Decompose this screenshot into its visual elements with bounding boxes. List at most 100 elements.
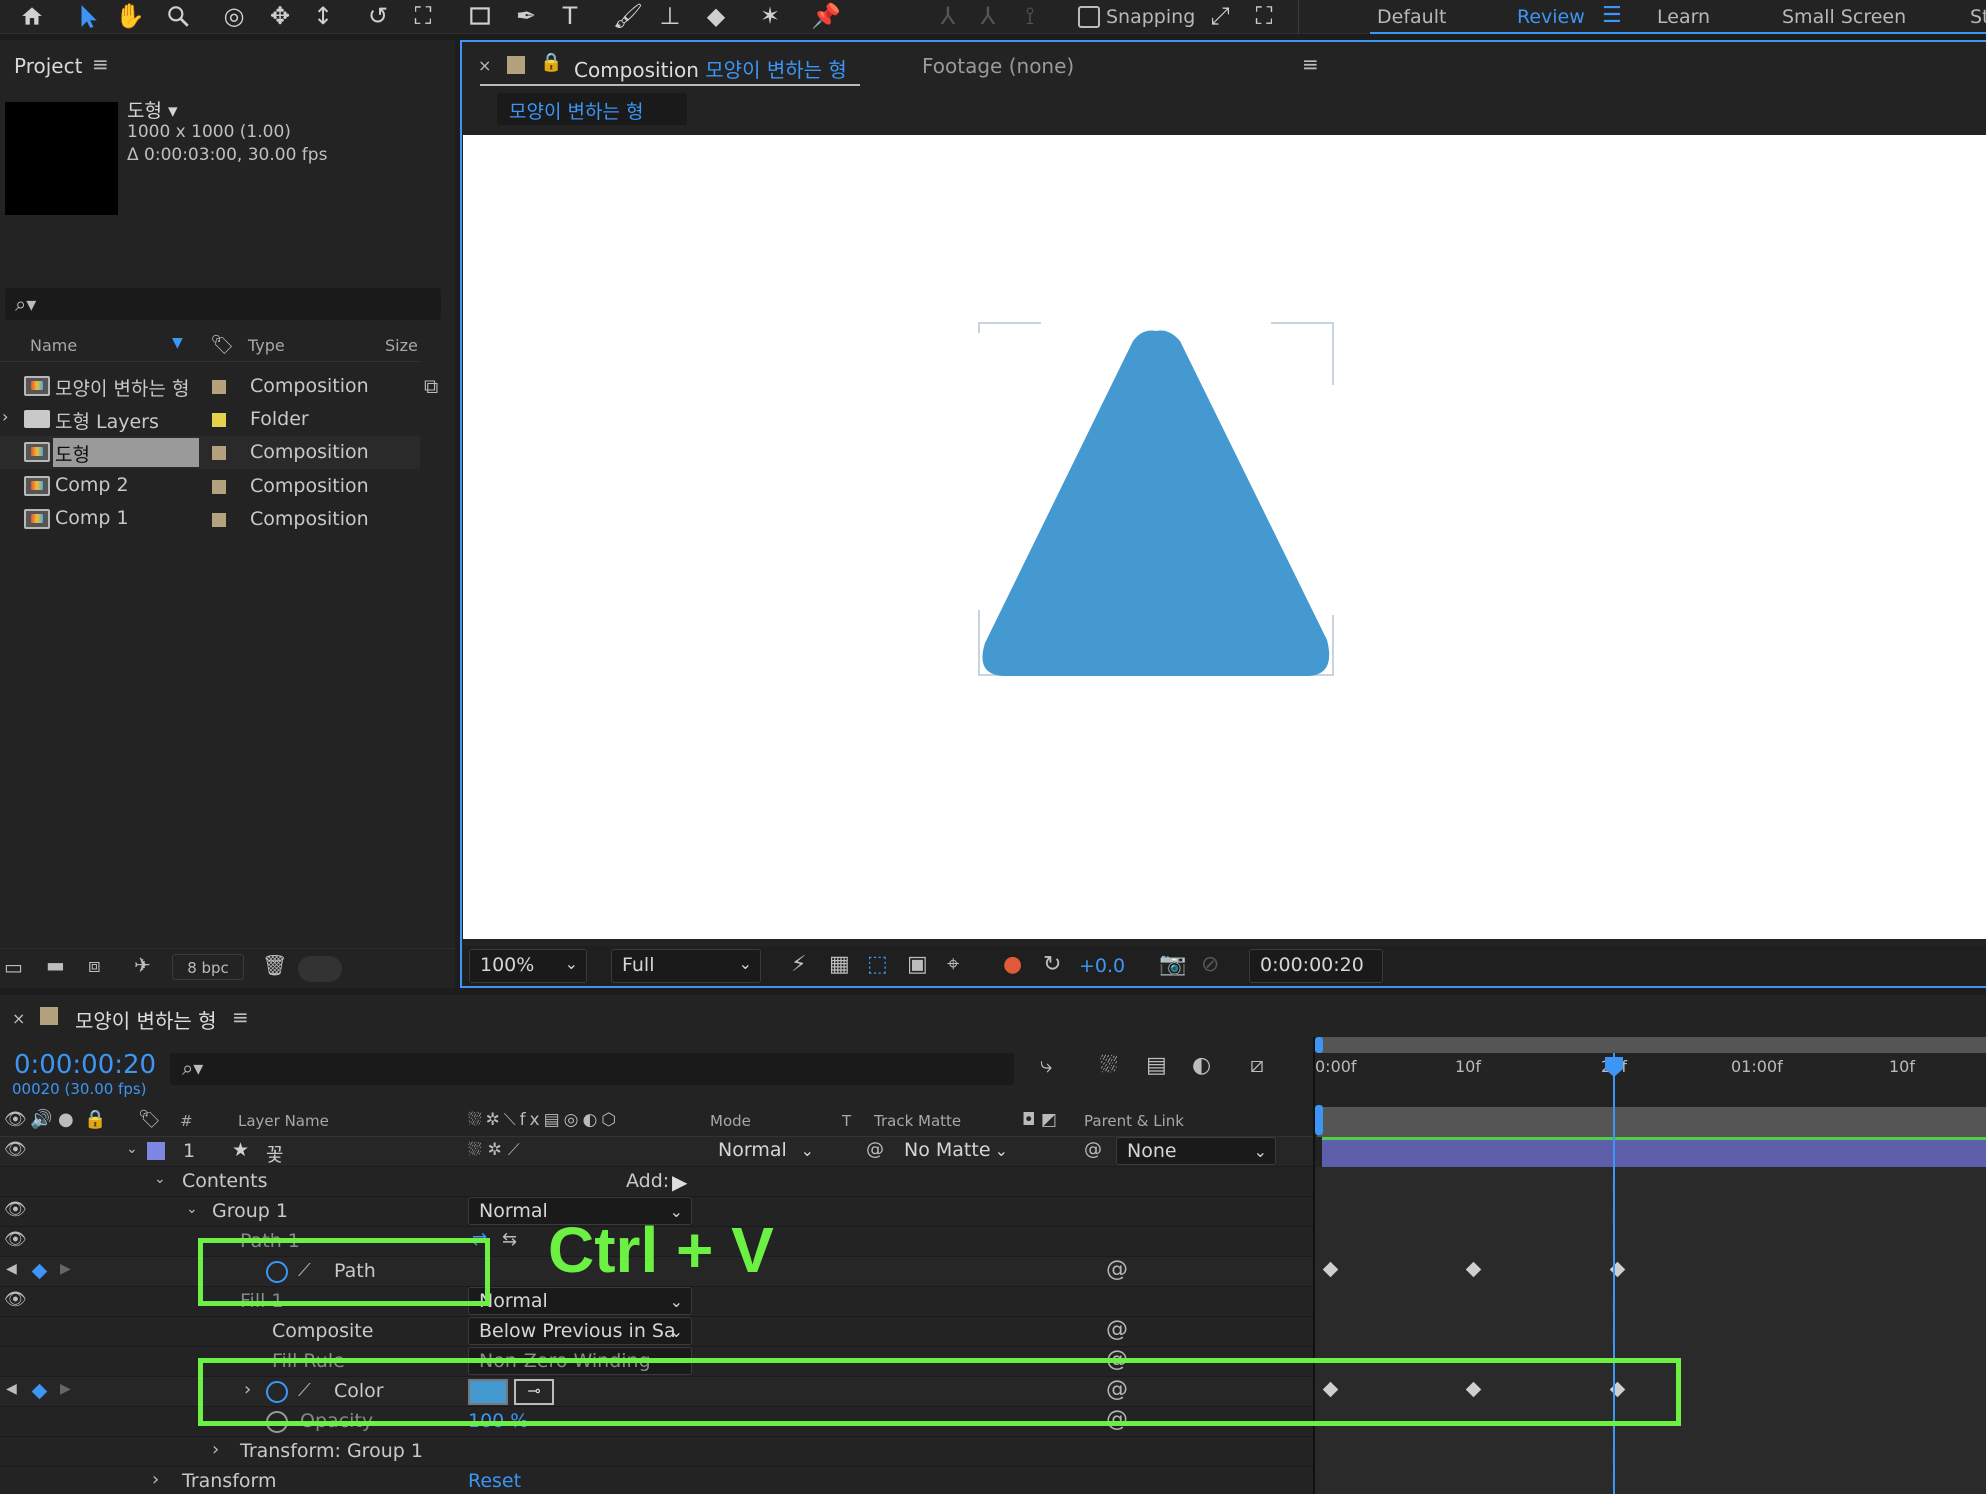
- close-icon[interactable]: ×: [478, 56, 491, 75]
- pan-camera-icon[interactable]: ✥: [262, 0, 298, 32]
- label-swatch[interactable]: [212, 513, 226, 527]
- in-point-handle[interactable]: [1315, 1105, 1323, 1135]
- frame-blending-icon[interactable]: ▤: [1146, 1053, 1167, 1078]
- work-area-bar[interactable]: [1317, 1037, 1986, 1053]
- workspace-review[interactable]: Review: [1517, 6, 1585, 28]
- layer-row[interactable]: 👁 ⌄ 1 ★ 꽃 ⛆✲⟋ Normal ⌄ @ No Matte ⌄ @ None…: [0, 1137, 1313, 1167]
- mask-visibility-icon[interactable]: ⬚: [867, 952, 888, 977]
- transform-row[interactable]: › Transform Reset: [0, 1467, 1313, 1494]
- triangle-shape[interactable]: [982, 330, 1330, 676]
- eye-icon[interactable]: 👁: [4, 1289, 27, 1310]
- column-type[interactable]: Type: [248, 336, 285, 355]
- draft-3d-icon[interactable]: ⛆: [1100, 1053, 1118, 1078]
- puppet-pin-tool-icon[interactable]: 📌: [808, 0, 844, 32]
- next-keyframe-icon[interactable]: ▶: [60, 1381, 71, 1397]
- current-time-display[interactable]: 0:00:00:20: [1249, 949, 1383, 983]
- expand-chevron-icon[interactable]: ›: [2, 407, 8, 426]
- label-swatch[interactable]: [212, 446, 226, 460]
- dolly-camera-icon[interactable]: ↕: [305, 0, 341, 32]
- solo-icon[interactable]: ●: [58, 1109, 74, 1130]
- project-item[interactable]: › 도형 Layers Folder: [0, 403, 420, 436]
- flowchart-icon[interactable]: ⧉: [424, 374, 438, 398]
- layer-name[interactable]: 꽃: [266, 1140, 283, 1167]
- eye-icon[interactable]: 👁: [4, 1199, 27, 1220]
- label-tag-icon[interactable]: 🏷: [138, 1109, 161, 1130]
- comp-breadcrumb[interactable]: 모양이 변하는 형: [497, 93, 687, 125]
- grid-guides-icon[interactable]: ⌖: [947, 952, 959, 977]
- toggle-switch[interactable]: [298, 956, 342, 982]
- collapse-chevron-icon[interactable]: ⌄: [154, 1171, 166, 1187]
- transparency-grid-icon[interactable]: ▦: [829, 952, 850, 977]
- collapse-chevron-icon[interactable]: ⌄: [126, 1141, 138, 1157]
- label-swatch[interactable]: [212, 380, 226, 394]
- close-icon[interactable]: ×: [12, 1009, 25, 1028]
- expression-pick-whip-icon[interactable]: @: [1106, 1257, 1128, 1282]
- type-tool-icon[interactable]: T: [552, 0, 588, 32]
- timeline-comp-tab[interactable]: 모양이 변하는 형: [75, 1005, 217, 1034]
- composite-dropdown[interactable]: Below Previous in Sa ⌄: [468, 1317, 692, 1345]
- composition-mini-flowchart-icon[interactable]: ⤷: [1040, 1053, 1052, 1078]
- snap-edges-icon[interactable]: ⤢: [1202, 0, 1238, 32]
- new-composition-icon[interactable]: ⧈: [88, 953, 101, 977]
- hand-tool-icon[interactable]: ✋: [112, 0, 148, 32]
- home-icon[interactable]: [14, 0, 50, 32]
- magnification-dropdown[interactable]: 100% ⌄: [469, 949, 587, 983]
- time-ruler[interactable]: 0:00f 10f 20f 01:00f 10f: [1315, 1053, 1986, 1103]
- footage-tab[interactable]: Footage (none): [922, 54, 1074, 78]
- project-tab[interactable]: Project: [14, 54, 82, 78]
- show-snapshot-icon[interactable]: ⊘: [1201, 952, 1219, 977]
- expand-chevron-icon[interactable]: ›: [212, 1439, 219, 1460]
- prev-keyframe-icon[interactable]: ◀: [6, 1261, 17, 1277]
- eye-icon[interactable]: 👁: [4, 1139, 27, 1160]
- workspace-small-screen[interactable]: Small Screen: [1782, 6, 1906, 28]
- switches-icons[interactable]: ⛆✲⟍fx▤◎◐⬡: [468, 1110, 620, 1130]
- audio-icon[interactable]: 🔊: [30, 1109, 52, 1130]
- region-of-interest-icon[interactable]: ▣: [907, 952, 928, 977]
- trash-icon[interactable]: 🗑: [262, 953, 287, 977]
- project-item[interactable]: 모양이 변하는 형 Composition: [0, 370, 420, 403]
- snap-features-icon[interactable]: ⛶: [1246, 0, 1282, 32]
- exposure-value[interactable]: +0.0: [1079, 955, 1125, 977]
- parent-dropdown[interactable]: None ⌄: [1116, 1137, 1276, 1165]
- video-eye-icon[interactable]: 👁: [4, 1109, 27, 1130]
- local-axis-icon[interactable]: ⅄: [930, 0, 966, 32]
- workspace-default[interactable]: Default: [1377, 6, 1446, 28]
- current-time[interactable]: 0:00:00:20: [14, 1050, 156, 1080]
- adjust-settings-icon[interactable]: ✈: [134, 953, 151, 977]
- current-time-indicator[interactable]: [1613, 1053, 1615, 1494]
- prev-keyframe-icon[interactable]: ◀: [6, 1381, 17, 1397]
- project-item-selected[interactable]: 도형 Composition: [0, 436, 420, 469]
- reset-exposure-icon[interactable]: ↻: [1043, 952, 1061, 977]
- timeline-search-input[interactable]: ⌕▾: [170, 1053, 1014, 1085]
- column-size[interactable]: Size: [385, 336, 418, 355]
- fill-group-row[interactable]: 👁 Fill 1 Normal ⌄: [0, 1287, 1313, 1317]
- snapping-checkbox[interactable]: [1078, 6, 1100, 28]
- interpret-footage-icon[interactable]: ▭: [4, 955, 23, 979]
- brush-tool-icon[interactable]: 🖌: [610, 0, 646, 32]
- label-swatch[interactable]: [212, 480, 226, 494]
- layer-duration-bar[interactable]: [1322, 1137, 1986, 1167]
- selection-tool-icon[interactable]: [70, 0, 106, 32]
- transform-group-row[interactable]: › Transform: Group 1: [0, 1437, 1313, 1467]
- viewer-menu-icon[interactable]: ≡: [1302, 52, 1319, 76]
- graph-editor-icon[interactable]: ⧄: [1250, 1053, 1264, 1078]
- expand-chevron-icon[interactable]: ›: [152, 1469, 159, 1490]
- contents-row[interactable]: ⌄ Contents Add: ▶: [0, 1167, 1313, 1197]
- layer-mode-dropdown[interactable]: Normal ⌄: [710, 1137, 822, 1165]
- channel-icon[interactable]: ●: [1003, 952, 1022, 977]
- parent-pick-whip-icon[interactable]: @: [1084, 1139, 1102, 1160]
- workspace-menu-icon[interactable]: ☰: [1602, 3, 1622, 28]
- pick-whip-icon[interactable]: @: [866, 1139, 884, 1160]
- composite-row[interactable]: Composite Below Previous in Sa ⌄ @: [0, 1317, 1313, 1347]
- add-menu-icon[interactable]: ▶: [672, 1170, 687, 1194]
- project-item[interactable]: Comp 1 Composition: [0, 503, 420, 536]
- rectangle-tool-icon[interactable]: [462, 0, 498, 32]
- collapse-chevron-icon[interactable]: ⌄: [186, 1201, 198, 1217]
- workspace-learn[interactable]: Learn: [1657, 6, 1710, 28]
- layer-label-swatch[interactable]: [147, 1142, 165, 1160]
- eraser-tool-icon[interactable]: ◆: [698, 0, 734, 32]
- project-menu-icon[interactable]: ≡: [92, 52, 109, 76]
- motion-blur-icon[interactable]: ◐: [1192, 1053, 1211, 1078]
- fast-preview-icon[interactable]: ⚡: [791, 952, 806, 977]
- column-name[interactable]: Name: [30, 336, 77, 355]
